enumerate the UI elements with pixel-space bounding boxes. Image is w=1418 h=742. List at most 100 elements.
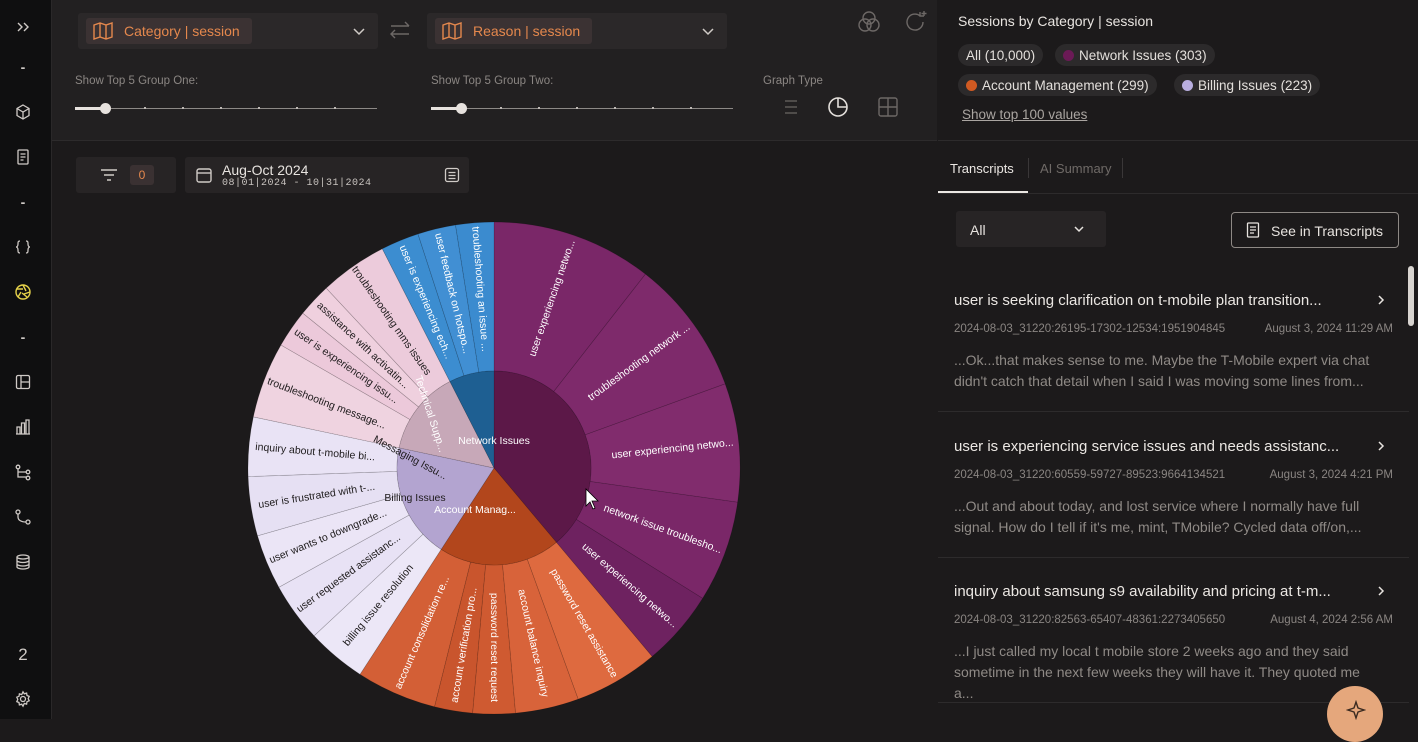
sidebar-item-braces[interactable] [0,235,46,259]
chevron-right-icon[interactable] [1375,294,1387,306]
main-panel: Category | session Reason | session Show… [52,0,937,719]
panel-tabs: Transcripts AI Summary [938,140,1418,194]
chip-count: (299) [1117,77,1149,93]
chip-all[interactable]: All (10,000) [958,44,1044,66]
panel-title: Sessions by Category | session [958,13,1154,29]
sidebar-item-connect[interactable] [0,505,46,529]
group-two-slider-label: Show Top 5 Group Two: [431,75,554,87]
card-id: 2024-08-03_31220:60559-59727-89523:96641… [954,469,1226,481]
transcript-card[interactable]: inquiry about samsung s9 availability an… [938,557,1409,703]
settings-button[interactable] [0,687,46,711]
swap-icon[interactable] [388,18,412,42]
sidebar-separator: - [20,329,26,345]
bar-chart-icon [16,419,30,435]
grid-icon[interactable] [877,96,899,118]
card-id: 2024-08-03_31220:82563-65407-48361:22734… [954,614,1226,626]
chart-toolbar: Category | session Reason | session Show… [52,0,937,141]
layout-icon [15,374,31,390]
card-id: 2024-08-03_31220:26195-17302-12534:19519… [954,323,1226,335]
venn-icon[interactable] [856,9,882,35]
group-two-pill: Reason | session [435,18,593,44]
chip-count: (223) [1280,77,1313,93]
sunburst-outer-label: password reset request [488,593,500,702]
ai-assistant-button[interactable] [1327,686,1383,742]
transcript-card[interactable]: user is experiencing service issues and … [938,412,1409,558]
tab-divider [1028,158,1029,178]
card-title: user is seeking clarification on t-mobil… [954,292,1322,309]
group-one-pill: Category | session [86,18,252,44]
sidebar-separator: - [20,59,26,75]
chevrons-right-icon[interactable] [0,15,46,39]
refresh-icon[interactable] [903,9,929,35]
sidebar: - - - 2 [0,0,52,719]
tab-divider [1122,158,1123,178]
route-icon [15,509,31,525]
group-one-slider-label: Show Top 5 Group One: [75,75,199,87]
card-snippet: ...Out and about today, and lost service… [954,498,1362,535]
sidebar-item-document[interactable] [0,145,46,169]
document-icon [1246,222,1260,238]
gear-icon [15,690,31,708]
sunburst-inner-label: Billing Issues [384,492,445,504]
slider-handle[interactable] [100,103,111,114]
sidebar-item-cube[interactable] [0,100,46,124]
tab-ai-summary[interactable]: AI Summary [1040,161,1112,176]
group-one-label: Category | session [124,23,240,39]
chip-label: Network Issues [1079,47,1172,63]
map-icon [93,22,113,40]
chip-account-management[interactable]: Account Management (299) [958,74,1157,96]
tab-transcripts[interactable]: Transcripts [950,161,1014,176]
counter-badge: 2 [18,645,28,664]
chip-count: (303) [1175,47,1207,63]
chevron-down-icon [1074,226,1084,233]
legend-dot [966,79,977,91]
chip-billing-issues[interactable]: Billing Issues (223) [1174,74,1321,96]
group-one-dropdown[interactable]: Category | session [78,13,378,49]
sunburst-chart[interactable]: user experiencing netwo...troubleshootin… [52,140,937,719]
flow-icon [15,464,31,481]
sidebar-item-bar-chart[interactable] [0,415,46,439]
transcript-filter-select[interactable]: All [956,211,1106,247]
transcript-card[interactable]: user is seeking clarification on t-mobil… [938,266,1409,412]
see-in-transcripts-button[interactable]: See in Transcripts [1231,212,1399,248]
sidebar-separator: - [20,194,26,210]
scrollbar[interactable] [1408,266,1414,326]
card-snippet: ...Ok...that makes sense to me. Maybe th… [954,352,1370,389]
cube-icon [16,104,30,120]
chevron-right-icon[interactable] [1375,585,1387,597]
sparkle-icon [1346,700,1366,720]
see-button-label: See in Transcripts [1271,223,1384,239]
aperture-icon [15,284,31,300]
legend-dot [1182,79,1193,91]
chevron-down-icon [702,28,714,36]
group-one-slider[interactable] [75,103,377,115]
sidebar-item-layout[interactable] [0,370,46,394]
group-two-slider[interactable] [431,103,733,115]
document-icon [17,149,29,165]
sunburst-inner-label: Account Manag... [434,504,516,516]
card-date: August 3, 2024 11:29 AM [1264,323,1393,335]
chip-count: (10,000) [984,47,1036,63]
card-title: inquiry about samsung s9 availability an… [954,583,1331,600]
active-tab-indicator [938,191,1028,193]
chevron-right-icon[interactable] [1375,440,1387,452]
card-date: August 4, 2024 2:56 AM [1270,614,1393,626]
braces-icon [15,240,31,254]
graph-type-label: Graph Type [763,75,823,87]
sidebar-item-explore[interactable] [0,280,46,304]
chip-label: Billing Issues [1198,77,1277,93]
slider-handle[interactable] [456,103,467,114]
show-top-link[interactable]: Show top 100 values [962,107,1087,122]
chevron-down-icon [353,28,365,36]
legend-dot [1063,49,1074,61]
sidebar-item-flow[interactable] [0,460,46,484]
filter-select-value: All [970,222,986,238]
list-icon[interactable] [780,96,802,118]
sidebar-item-database[interactable] [0,550,46,574]
right-panel: Sessions by Category | session All (10,0… [938,0,1418,742]
chip-label: All [966,47,982,63]
chip-network-issues[interactable]: Network Issues (303) [1055,44,1215,66]
pie-chart-icon[interactable] [827,96,849,118]
map-icon [442,22,462,40]
group-two-dropdown[interactable]: Reason | session [427,13,727,49]
